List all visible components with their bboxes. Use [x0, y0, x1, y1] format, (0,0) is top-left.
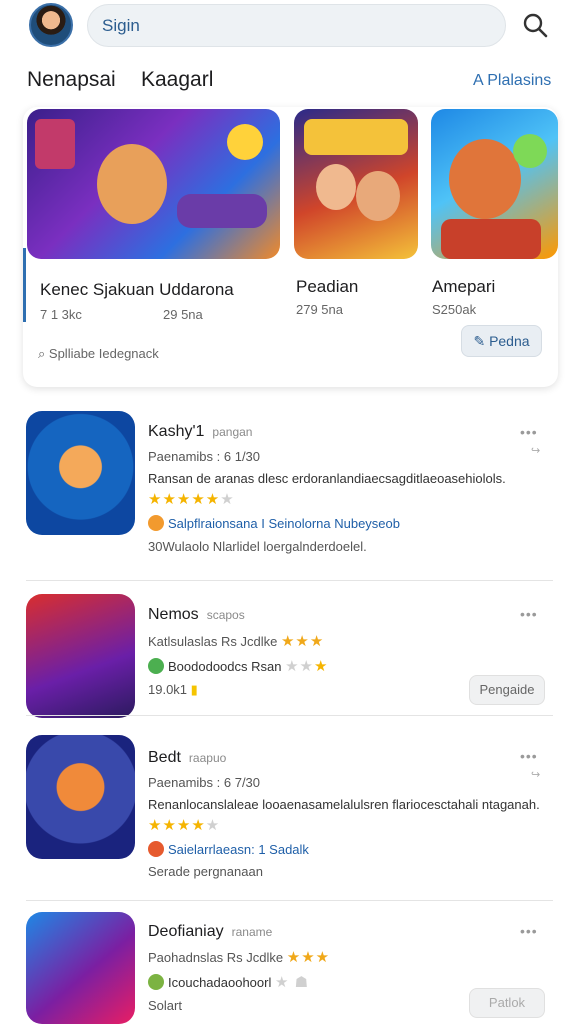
app-note-1: 30Wulaolo Nlarlidel loergalnderdoelel.: [148, 539, 367, 554]
app-title-3[interactable]: Bedt raapuo: [148, 749, 226, 767]
featured-accent-bar: [23, 248, 26, 322]
share-icon[interactable]: ↪: [531, 768, 540, 781]
featured-footer: ⌕ Splliabe Iedegnack: [38, 346, 159, 362]
badge-icon: [148, 841, 164, 857]
featured-title-2[interactable]: Peadian: [296, 277, 358, 297]
app-tag-4: raname: [231, 925, 273, 939]
app-meta-4: Paohadnslas Rs Jcdlke ★★★: [148, 949, 331, 966]
app-note-3: Serade pergnanaan: [148, 864, 263, 879]
badge-icon: [148, 515, 164, 531]
featured-banner-3[interactable]: [431, 109, 558, 259]
app-downloads-2: 19.0k1 ▮: [148, 682, 198, 697]
app-meta-3: Paenamibs : 6 7/30: [148, 775, 261, 790]
search-icon[interactable]: [520, 10, 550, 40]
featured-action-label: Pedna: [489, 333, 530, 349]
app-rating-1: ★★★★★★: [148, 491, 235, 508]
app-tag-3: raapuo: [188, 751, 227, 765]
share-icon[interactable]: ↪: [531, 444, 540, 457]
featured-footer-text: Splliabe Iedegnack: [48, 346, 159, 361]
featured-stat-2: 279 5na: [296, 302, 343, 317]
section-tab-secondary[interactable]: Kaagarl: [141, 68, 213, 92]
app-publisher-3[interactable]: Saielarrlaeasn: 1 Sadalk: [148, 841, 309, 857]
top-bar: Sigin: [0, 0, 576, 56]
section-tab-primary[interactable]: Nenapsai: [27, 68, 116, 92]
app-action-button-4[interactable]: Patlok: [469, 988, 545, 1018]
app-downloads-4: Solart: [148, 998, 182, 1013]
app-meta-2: Katlsulaslas Rs Jcdlke ★★★: [148, 633, 325, 650]
app-desc-3: Renanlocanslaleae looaenasamelalulsren f…: [148, 797, 540, 812]
app-publisher-4: Icouchadaoohoorl ★ ☗: [148, 973, 309, 991]
app-publisher-1[interactable]: Salpflraionsana I Seinolorna Nubeyseob: [148, 515, 400, 531]
featured-banner-2[interactable]: [294, 109, 418, 259]
app-icon-3[interactable]: [26, 735, 135, 859]
featured-action-button[interactable]: ✎ Pedna: [461, 325, 542, 357]
more-options-icon[interactable]: •••: [520, 424, 538, 440]
featured-stat-1b: 29 5na: [163, 307, 203, 322]
app-action-button-2[interactable]: Pengaide: [469, 675, 545, 705]
badge-icon: [148, 658, 164, 674]
featured-stat-1: 7 1 3kc: [40, 307, 82, 322]
link-icon: ⌕: [38, 346, 49, 361]
divider: [26, 580, 553, 581]
app-meta-1: Paenamibs : 6 1/30: [148, 449, 261, 464]
more-options-icon[interactable]: •••: [520, 923, 538, 939]
app-desc-1: Ransan de aranas dlesc erdoranlandiaecsa…: [148, 471, 506, 486]
app-icon-1[interactable]: [26, 411, 135, 535]
see-all-link[interactable]: A Plalasins: [473, 72, 551, 90]
featured-title-3[interactable]: Amepari: [432, 277, 495, 297]
app-title-1[interactable]: Kashy'1 pangan: [148, 423, 252, 441]
divider: [26, 715, 553, 716]
app-tag-2: scapos: [206, 608, 245, 622]
more-options-icon[interactable]: •••: [520, 748, 538, 764]
featured-stat-3: S250ak: [432, 302, 477, 317]
featured-title-1[interactable]: Kenec Sjakuan Uddarona: [40, 280, 234, 300]
app-tag-1: pangan: [212, 425, 253, 439]
app-publisher-2: Boododoodcs Rsan ★★★: [148, 657, 328, 675]
pencil-icon: ✎: [473, 333, 490, 349]
app-rating-3: ★★★★★: [148, 817, 221, 834]
app-icon-4[interactable]: [26, 912, 135, 1024]
more-options-icon[interactable]: •••: [520, 606, 538, 622]
search-input[interactable]: Sigin: [87, 4, 506, 47]
app-icon-2[interactable]: [26, 594, 135, 718]
app-title-2[interactable]: Nemos scapos: [148, 606, 245, 624]
badge-icon: [148, 974, 164, 990]
featured-banner-1[interactable]: [27, 109, 280, 259]
app-title-4[interactable]: Deofianiay raname: [148, 923, 272, 941]
divider: [26, 900, 553, 901]
avatar[interactable]: [29, 3, 73, 47]
